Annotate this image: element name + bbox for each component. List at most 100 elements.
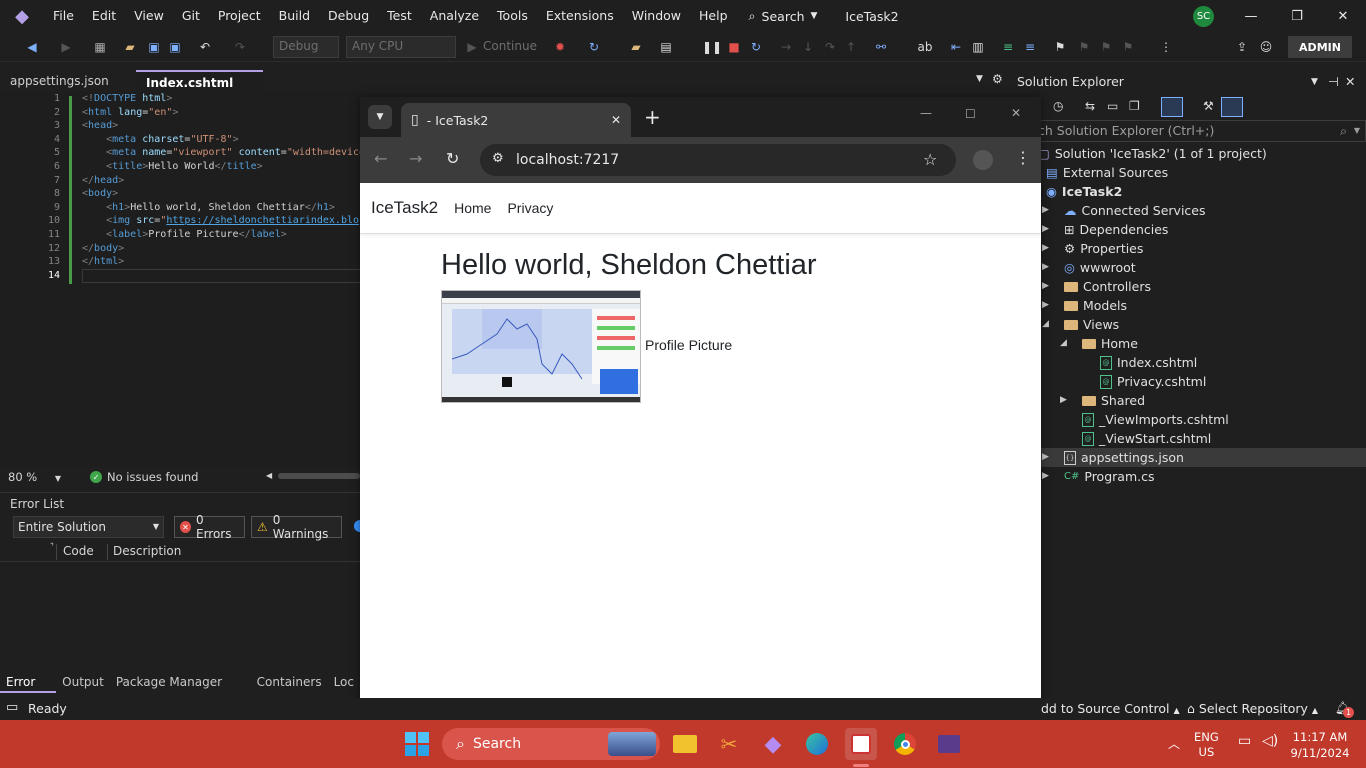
file-explorer-icon[interactable] <box>669 728 701 760</box>
restore-button[interactable]: ❐ <box>1274 0 1320 32</box>
forward-icon[interactable]: → <box>409 149 422 168</box>
menu-window[interactable]: Window <box>623 0 690 32</box>
tree-shared-folder[interactable]: Shared <box>1082 391 1145 410</box>
forward-icon[interactable]: ▶ <box>58 39 74 55</box>
tab-index-cshtml[interactable]: Index.cshtml ⊣ ✕ <box>136 70 263 112</box>
warnings-filter-button[interactable]: ⚠ 0 Warnings <box>251 513 342 541</box>
search-button[interactable]: ⌕ Search ▼ <box>749 8 818 24</box>
site-brand[interactable]: IceTask2 <box>371 198 438 218</box>
tree-controllers[interactable]: Controllers <box>1064 277 1151 296</box>
tab-search-icon[interactable]: ▼ <box>368 105 392 129</box>
tree-solution[interactable]: ▢ Solution 'IceTask2' (1 of 1 project) <box>1038 144 1267 163</box>
uncomment-icon[interactable]: ≡ <box>1022 39 1038 55</box>
step-icon[interactable]: → <box>778 39 794 55</box>
tree-appsettings[interactable]: {} appsettings.json <box>1064 448 1184 467</box>
expand-icon[interactable]: ▶ <box>1042 262 1049 272</box>
close-tab-icon[interactable]: ✕ <box>611 113 621 127</box>
dropdown-icon[interactable]: ▼ <box>1311 70 1318 94</box>
expand-icon[interactable]: ▶ <box>1042 224 1049 234</box>
history-icon[interactable]: ◷ <box>1053 99 1063 113</box>
horizontal-scrollbar[interactable] <box>278 473 360 479</box>
collapse-arrow-icon[interactable]: ◢ <box>1042 319 1049 329</box>
open-folder-icon[interactable]: ▰ <box>122 39 138 55</box>
debug-app-icon[interactable] <box>845 728 877 760</box>
solution-explorer-search[interactable]: ch Solution Explorer (Ctrl+;) ⌕ ▼ <box>1011 120 1366 142</box>
close-icon[interactable]: ✕ <box>1345 70 1355 94</box>
code-editor[interactable]: 1 2 3 4 5 6 7 8 9 10 11 12 13 14 <!DOCTY… <box>0 92 362 467</box>
outdent-icon[interactable]: ⇤ <box>948 39 964 55</box>
menu-file[interactable]: File <box>44 0 83 32</box>
more-icon[interactable]: ⋮ <box>1158 39 1174 55</box>
tree-properties[interactable]: ⚙ Properties <box>1064 239 1143 258</box>
tree-index-cshtml[interactable]: @ Index.cshtml <box>1100 353 1197 372</box>
close-button[interactable]: ✕ <box>1011 106 1021 120</box>
copy-icon[interactable]: ❐ <box>1129 99 1140 113</box>
tab-package-manager-console[interactable]: Package Manager Console <box>110 671 251 711</box>
preview-icon[interactable] <box>1221 97 1243 117</box>
bookmark-next-icon[interactable]: ⚑ <box>1098 39 1114 55</box>
address-bar[interactable]: ⚙ localhost:7217 ☆ <box>480 144 956 176</box>
menu-debug[interactable]: Debug <box>319 0 378 32</box>
menu-tools[interactable]: Tools <box>488 0 537 32</box>
avatar[interactable]: SC <box>1193 6 1214 27</box>
save-icon[interactable]: ▣ <box>146 39 162 55</box>
back-icon[interactable]: ◀ <box>24 39 40 55</box>
menu-git[interactable]: Git <box>173 0 209 32</box>
expand-icon[interactable]: ▶ <box>1042 471 1049 481</box>
tree-viewimports[interactable]: @ _ViewImports.cshtml <box>1082 410 1229 429</box>
stop-icon[interactable]: ■ <box>726 39 742 55</box>
menu-build[interactable]: Build <box>270 0 319 32</box>
edge-icon[interactable] <box>801 728 833 760</box>
menu-help[interactable]: Help <box>690 0 737 32</box>
column-description[interactable]: Description <box>113 544 181 558</box>
minimize-button[interactable]: — <box>1228 0 1274 32</box>
chrome-icon[interactable] <box>889 728 921 760</box>
layout-icon[interactable]: ▤ <box>658 39 674 55</box>
expand-icon[interactable]: ▶ <box>1042 452 1049 462</box>
menu-project[interactable]: Project <box>209 0 270 32</box>
tree-viewstart[interactable]: @ _ViewStart.cshtml <box>1082 429 1211 448</box>
start-button[interactable] <box>401 728 433 760</box>
tab-containers[interactable]: Containers <box>251 671 328 693</box>
folder-icon[interactable]: ▰ <box>628 39 644 55</box>
pause-icon[interactable]: ❚❚ <box>702 39 722 55</box>
comment-icon[interactable]: ≡ <box>1000 39 1016 55</box>
tree-connected-services[interactable]: ☁ Connected Services <box>1064 201 1206 220</box>
reload-icon[interactable]: ↻ <box>446 149 459 168</box>
settings-icon[interactable]: ⚙ <box>992 72 1003 86</box>
code-content[interactable]: <!DOCTYPE html> <html lang="en"> <head> … <box>82 92 362 283</box>
feedback-icon[interactable]: ☺ <box>1258 39 1274 55</box>
play-icon[interactable]: ▶ <box>464 39 480 55</box>
step-over-icon[interactable]: ↷ <box>822 39 838 55</box>
issues-status[interactable]: ✓ No issues found <box>90 470 198 484</box>
browser-tab[interactable]: ▯ - IceTask2 ✕ <box>401 103 631 137</box>
menu-extensions[interactable]: Extensions <box>537 0 623 32</box>
share-icon[interactable]: ⇪ <box>1234 39 1250 55</box>
visual-studio-icon[interactable]: ◆ <box>757 728 789 760</box>
bookmark-prev-icon[interactable]: ⚑ <box>1076 39 1092 55</box>
select-repository[interactable]: ⌂ Select Repository ▲ <box>1187 701 1318 716</box>
tree-project[interactable]: ◉ IceTask2 <box>1046 182 1122 201</box>
zoom-dropdown[interactable]: 80 % ▼ <box>8 470 61 484</box>
save-all-icon[interactable]: ▣ <box>167 39 183 55</box>
terminal-icon[interactable] <box>933 728 965 760</box>
hot-reload-icon[interactable]: ✹ <box>552 39 568 55</box>
diagnostics-icon[interactable]: ⚯ <box>873 39 889 55</box>
site-info-icon[interactable]: ⚙ <box>492 151 504 166</box>
sync-icon[interactable]: ⇆ <box>1085 99 1095 113</box>
properties-icon[interactable]: ⚒ <box>1203 99 1214 113</box>
restart-icon[interactable]: ↻ <box>748 39 764 55</box>
sort-icon[interactable]: ⌝ <box>50 542 54 551</box>
add-to-source-control[interactable]: dd to Source Control ▲ <box>1041 701 1180 716</box>
volume-icon[interactable]: ◁) <box>1262 733 1278 749</box>
tray-overflow-icon[interactable]: ︿ <box>1168 735 1180 752</box>
menu-icon[interactable]: ⋮ <box>1015 148 1031 167</box>
bookmark-icon[interactable]: ⚑ <box>1052 39 1068 55</box>
pin-icon[interactable]: ⊣ <box>1328 70 1339 94</box>
tree-views[interactable]: Views <box>1064 315 1119 334</box>
expand-icon[interactable]: ▶ <box>1060 395 1067 405</box>
menu-test[interactable]: Test <box>378 0 421 32</box>
close-button[interactable]: ✕ <box>1320 0 1366 32</box>
tree-program-cs[interactable]: C# Program.cs <box>1064 467 1154 486</box>
taskbar-search[interactable]: ⌕ Search <box>442 728 660 760</box>
